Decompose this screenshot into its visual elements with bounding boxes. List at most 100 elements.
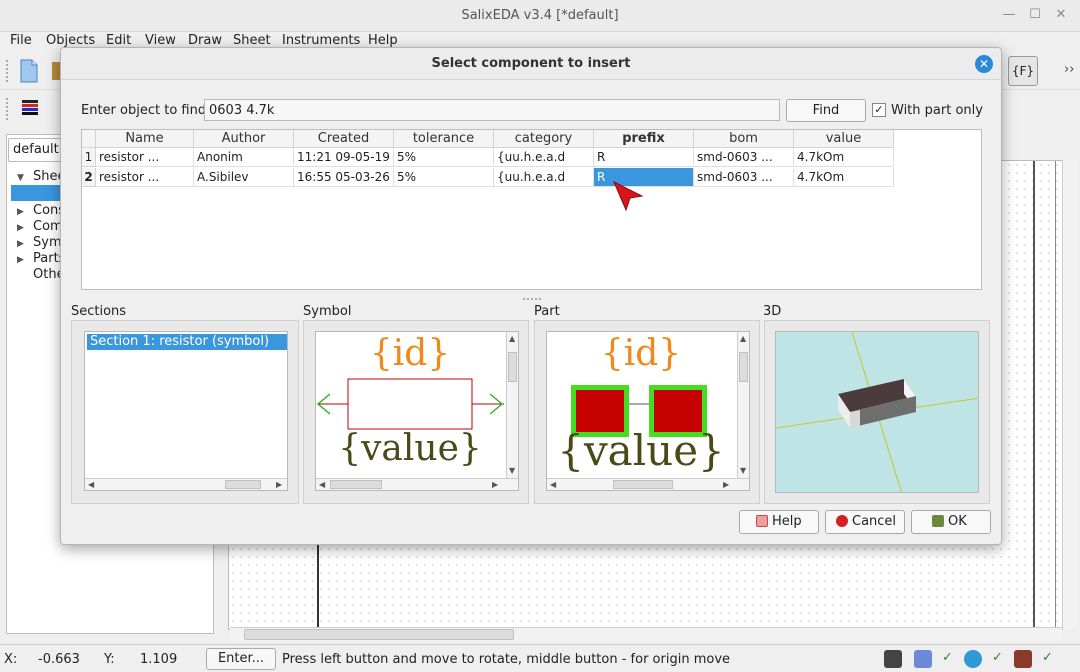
- chip-3d-model-icon: [776, 332, 978, 492]
- scroll-thumb[interactable]: [225, 480, 261, 489]
- app-title: SalixEDA v3.4 [*default]: [461, 8, 619, 23]
- find-button[interactable]: Find: [786, 99, 866, 122]
- expand-down-icon[interactable]: ▼: [17, 173, 24, 183]
- menu-sheet[interactable]: Sheet: [233, 33, 271, 48]
- clapper-icon[interactable]: [884, 650, 902, 668]
- maximize-icon[interactable]: ☐: [1028, 8, 1042, 22]
- new-document-icon[interactable]: [18, 58, 40, 84]
- table-cell[interactable]: 5%: [394, 168, 494, 187]
- symbol-vertical-scrollbar[interactable]: ▲ ▼: [506, 332, 518, 478]
- splitter-handle[interactable]: [523, 298, 541, 300]
- cancel-button[interactable]: Cancel: [825, 510, 905, 534]
- table-cell[interactable]: 11:21 09-05-19: [294, 148, 394, 167]
- toolbar-grip[interactable]: [6, 60, 10, 82]
- toolbar-grip-2[interactable]: [6, 98, 10, 120]
- sections-list-item[interactable]: Section 1: resistor (symbol): [87, 334, 287, 350]
- part-value-text: {value}: [557, 426, 725, 475]
- find-input[interactable]: [204, 99, 780, 121]
- table-cell[interactable]: smd-0603 ...: [694, 168, 794, 187]
- table-cell[interactable]: 4.7kOm: [794, 148, 894, 167]
- view3d-label: 3D: [763, 304, 782, 319]
- tree-item-components[interactable]: Com: [33, 219, 63, 234]
- symbol-label: Symbol: [303, 304, 352, 319]
- dialog-close-icon[interactable]: ✕: [975, 55, 993, 73]
- table-corner: [82, 130, 96, 148]
- menu-help[interactable]: Help: [368, 33, 398, 48]
- column-header-prefix[interactable]: prefix: [594, 130, 694, 148]
- symbol-preview[interactable]: {id} {value} ▲ ▼ ◀ ▶: [315, 331, 519, 491]
- sections-label: Sections: [71, 304, 127, 319]
- column-header-bom[interactable]: bom: [694, 130, 794, 148]
- table-cell[interactable]: resistor ...: [96, 168, 194, 187]
- results-table[interactable]: Name Author Created tolerance category p…: [81, 129, 982, 290]
- sections-horizontal-scrollbar[interactable]: ◀ ▶: [85, 478, 287, 490]
- table-cell[interactable]: 5%: [394, 148, 494, 167]
- column-header-category[interactable]: category: [494, 130, 594, 148]
- close-icon[interactable]: ✕: [1054, 8, 1068, 22]
- tool-icon[interactable]: [914, 650, 932, 668]
- help-button-label: Help: [772, 514, 802, 529]
- row-number[interactable]: 1: [82, 148, 96, 167]
- library-icon[interactable]: [1014, 650, 1032, 668]
- help-button[interactable]: Help: [739, 510, 819, 534]
- find-label: Enter object to find:: [81, 103, 211, 118]
- sheet-border-line: [1033, 161, 1035, 629]
- expand-right-icon[interactable]: ▶: [17, 223, 24, 233]
- menu-edit[interactable]: Edit: [106, 33, 131, 48]
- scroll-thumb[interactable]: [244, 629, 514, 640]
- sections-list[interactable]: Section 1: resistor (symbol) ◀ ▶: [84, 331, 288, 491]
- cancel-icon: [836, 515, 848, 527]
- menu-draw[interactable]: Draw: [188, 33, 222, 48]
- table-cell[interactable]: Anonim: [194, 148, 294, 167]
- column-header-tolerance[interactable]: tolerance: [394, 130, 494, 148]
- status-hint: Press left button and move to rotate, mi…: [282, 652, 731, 667]
- x-label: X:: [4, 652, 18, 667]
- scroll-thumb[interactable]: [613, 480, 673, 489]
- column-header-created[interactable]: Created: [294, 130, 394, 148]
- sheet-border-line: [317, 541, 319, 629]
- formula-button[interactable]: {F}: [1008, 56, 1038, 86]
- minimize-icon[interactable]: —: [1002, 8, 1016, 22]
- canvas-horizontal-scrollbar[interactable]: [230, 627, 1062, 641]
- column-header-author[interactable]: Author: [194, 130, 294, 148]
- part-horizontal-scrollbar[interactable]: ◀ ▶: [547, 478, 749, 490]
- scroll-thumb[interactable]: [739, 352, 748, 382]
- table-cell[interactable]: 16:55 05-03-26: [294, 168, 394, 187]
- cloud-icon[interactable]: [964, 650, 982, 668]
- menu-file[interactable]: File: [10, 33, 32, 48]
- ok-button[interactable]: OK: [911, 510, 991, 534]
- column-header-name[interactable]: Name: [96, 130, 194, 148]
- layers-icon[interactable]: [20, 98, 42, 118]
- table-cell[interactable]: R: [594, 148, 694, 167]
- table-cell[interactable]: A.Sibilev: [194, 168, 294, 187]
- menu-instruments[interactable]: Instruments: [282, 33, 360, 48]
- x-value: -0.663: [38, 652, 80, 667]
- table-cell[interactable]: 4.7kOm: [794, 168, 894, 187]
- table-cell[interactable]: smd-0603 ...: [694, 148, 794, 167]
- symbol-horizontal-scrollbar[interactable]: ◀ ▶: [316, 478, 518, 490]
- enter-button[interactable]: Enter...: [206, 648, 276, 670]
- expand-right-icon[interactable]: ▶: [17, 207, 24, 217]
- expand-right-icon[interactable]: ▶: [17, 255, 24, 265]
- symbol-id-text: {id}: [369, 333, 451, 374]
- table-cell[interactable]: {uu.h.e.a.d: [494, 148, 594, 167]
- part-preview[interactable]: {id} {value} ▲ ▼ ◀ ▶: [546, 331, 750, 491]
- scroll-thumb[interactable]: [508, 352, 517, 382]
- sheet-combo[interactable]: default: [8, 138, 68, 162]
- cancel-button-label: Cancel: [852, 514, 897, 529]
- canvas-vertical-scrollbar[interactable]: [1062, 160, 1078, 630]
- scroll-thumb[interactable]: [330, 480, 382, 489]
- with-part-only-checkbox[interactable]: ✓: [872, 103, 886, 117]
- column-header-value[interactable]: value: [794, 130, 894, 148]
- table-cell[interactable]: resistor ...: [96, 148, 194, 167]
- expand-right-icon[interactable]: ▶: [17, 239, 24, 249]
- view3d-preview[interactable]: [775, 331, 979, 493]
- table-cell[interactable]: {uu.h.e.a.d: [494, 168, 594, 187]
- row-number[interactable]: 2: [82, 168, 96, 187]
- menu-view[interactable]: View: [145, 33, 176, 48]
- menu-objects[interactable]: Objects: [46, 33, 95, 48]
- part-vertical-scrollbar[interactable]: ▲ ▼: [737, 332, 749, 478]
- mouse-pointer-icon: [613, 180, 644, 212]
- tree-item-symbols[interactable]: Sym: [33, 235, 62, 250]
- more-tools-icon[interactable]: ››: [1064, 62, 1074, 77]
